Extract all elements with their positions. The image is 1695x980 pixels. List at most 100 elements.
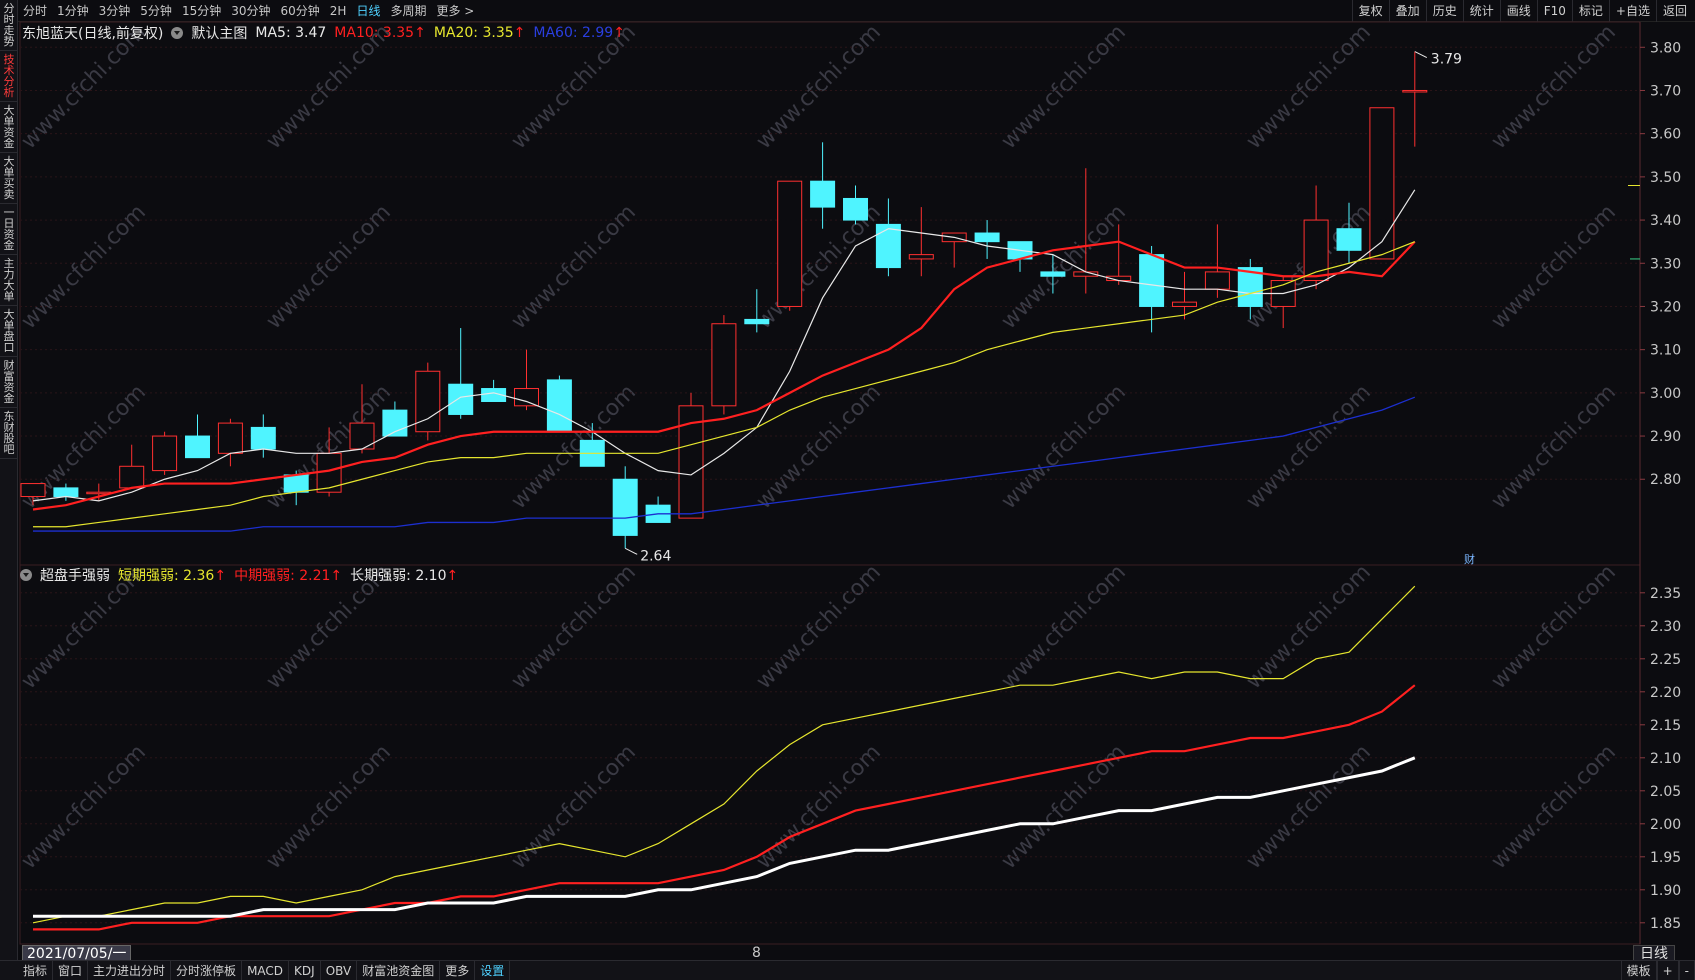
price-axis-label: 3.20: [1650, 299, 1681, 315]
cai-badge[interactable]: 财: [1464, 551, 1475, 567]
sub-axis-label: 2.10: [1650, 751, 1681, 767]
price-axis-label: 2.80: [1650, 472, 1681, 488]
candle-body: [283, 474, 309, 493]
sub-axis-label: 2.25: [1650, 652, 1681, 668]
watermark-text: www.cfchi.com: [17, 740, 151, 874]
watermark-text: www.cfchi.com: [997, 380, 1131, 514]
strength-line-0: [32, 585, 1416, 924]
main-legend: 东旭蓝天(日线,前复权) 默认主图 MA5: 3.47 MA10: 3.35↑ …: [22, 23, 633, 43]
short-arrow-icon: ↑: [214, 568, 227, 584]
sub-axis-label: 2.05: [1650, 784, 1681, 800]
long-strength-value: 长期强弱: 2.10: [350, 568, 447, 584]
bottom-tab-7[interactable]: 财富池资金图: [357, 960, 441, 980]
indicator-name[interactable]: 超盘手强弱: [40, 565, 110, 585]
ma60-label: MA60: 2.99↑: [533, 25, 625, 41]
short-strength-value: 短期强弱: 2.36: [118, 568, 215, 584]
bottom-tab-8[interactable]: 更多: [440, 960, 476, 980]
candle-body: [1336, 228, 1362, 251]
candle-body: [843, 197, 868, 221]
sub-axis-label: 2.15: [1650, 718, 1681, 734]
price-axis-label: 3.60: [1650, 127, 1681, 143]
bottom-tab-2[interactable]: 主力进出分时: [88, 960, 172, 980]
stock-name: 东旭蓝天(日线,前复权): [22, 26, 164, 42]
bottom-right-controls: 模板 + -: [1620, 961, 1695, 980]
price-axis-label: 3.30: [1650, 256, 1681, 272]
bottom-tab-1[interactable]: 窗口: [53, 960, 89, 980]
candle-body: [185, 435, 210, 459]
bottom-right-button-0[interactable]: 模板: [1620, 961, 1657, 980]
sub-axis-label: 2.30: [1650, 619, 1681, 635]
candle-body: [250, 426, 276, 450]
bottom-right-button-1[interactable]: +: [1656, 961, 1679, 980]
candle-body: [119, 465, 145, 489]
candle-body: [711, 323, 737, 407]
chart-canvas[interactable]: www.cfchi.com www.cfchi.com www.cfchi.com w…: [0, 0, 1695, 945]
candle-body: [1139, 254, 1165, 307]
candle-body: [53, 487, 79, 498]
watermark-text: www.cfchi.com: [1242, 380, 1376, 514]
date-tick-label: 8: [752, 945, 761, 961]
candle-body: [744, 318, 770, 325]
bottom-tab-0[interactable]: 指标: [18, 960, 54, 980]
strength-line-1: [33, 684, 1416, 931]
price-axis-label: 3.40: [1650, 213, 1681, 229]
high-marker-line: [1414, 51, 1428, 59]
mid-arrow-icon: ↑: [330, 568, 343, 584]
bottom-tab-9[interactable]: 设置: [475, 960, 511, 980]
ma10-label: MA10: 3.35↑: [334, 25, 426, 41]
indicator-dropdown-icon[interactable]: [20, 569, 32, 581]
ma10-arrow-icon: ↑: [414, 25, 426, 41]
candle-body: [1204, 271, 1230, 290]
sub-legend: 超盘手强弱 短期强弱: 2.36↑ 中期强弱: 2.21↑ 长期强弱: 2.10…: [20, 565, 466, 585]
watermark-text: www.cfchi.com: [1242, 560, 1376, 694]
period-tag: 日线: [1633, 945, 1675, 962]
watermark-text: www.cfchi.com: [1487, 560, 1621, 694]
ma5-label: MA5: 3.47: [255, 25, 326, 41]
candle-body: [514, 388, 539, 407]
watermark-text: www.cfchi.com: [1487, 740, 1621, 874]
bottom-bar: 指标 窗口 主力进出分时 分时涨停板 MACD KDJ OBV 财富池资金图 更多 设置 模板 + -: [0, 960, 1695, 980]
watermark-text: www.cfchi.com: [752, 560, 886, 694]
long-strength-label: 长期强弱: 2.10↑: [350, 565, 458, 585]
ma-line-ma60: [33, 396, 1416, 532]
candle-body: [1402, 89, 1428, 93]
ma20-value: MA20: 3.35: [433, 25, 514, 41]
short-strength-label: 短期强弱: 2.36↑: [118, 565, 226, 585]
candle-body: [152, 435, 178, 472]
candle-body: [777, 180, 803, 307]
sub-axis-label: 2.20: [1650, 685, 1681, 701]
sub-axis-label: 1.85: [1650, 916, 1681, 932]
bottom-tab-5[interactable]: KDJ: [289, 960, 321, 980]
ma20-arrow-icon: ↑: [513, 25, 526, 41]
template-name[interactable]: 默认主图: [191, 23, 247, 43]
bottom-right-button-2[interactable]: -: [1678, 961, 1695, 980]
ma5-value: MA5: 3.47: [255, 25, 327, 41]
candle-body: [875, 223, 901, 269]
sub-axis-label: 2.00: [1650, 817, 1681, 833]
price-axis-label: 3.80: [1650, 40, 1681, 56]
candle-body: [20, 483, 46, 498]
candle-body: [448, 383, 474, 415]
watermark-text: www.cfchi.com: [752, 740, 886, 874]
watermark-text: www.cfchi.com: [1487, 380, 1621, 514]
bottom-tab-3[interactable]: 分时涨停板: [171, 960, 243, 980]
candle-body: [612, 478, 638, 536]
bottom-tab-4[interactable]: MACD: [242, 960, 290, 980]
mid-strength-label: 中期强弱: 2.21↑: [234, 565, 342, 585]
mid-strength-value: 中期强弱: 2.21: [234, 568, 331, 584]
low-marker-line: [624, 547, 638, 555]
candle-body: [217, 422, 243, 454]
candle-body: [908, 254, 934, 260]
low-price-label: 2.64: [640, 548, 671, 564]
watermark-text: www.cfchi.com: [1242, 740, 1376, 874]
bottom-tab-6[interactable]: OBV: [321, 960, 358, 980]
price-axis-label: 3.00: [1650, 386, 1681, 402]
strength-line-2: [33, 756, 1416, 918]
candle-body: [1369, 107, 1395, 260]
sub-axis-label: 1.95: [1650, 850, 1681, 866]
watermark-text: www.cfchi.com: [507, 560, 641, 694]
candle-body: [1040, 271, 1066, 277]
ma60-value: MA60: 2.99: [533, 25, 614, 41]
template-dropdown-icon[interactable]: [171, 27, 184, 39]
sub-axis-label: 2.35: [1650, 586, 1681, 602]
